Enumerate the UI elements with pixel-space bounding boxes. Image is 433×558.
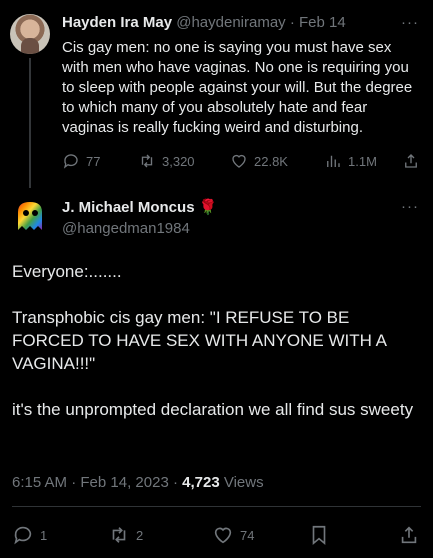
- views-label: Views: [223, 474, 264, 491]
- more-icon[interactable]: ···: [401, 198, 419, 215]
- like-count: 74: [240, 527, 255, 543]
- share-icon: [401, 526, 417, 544]
- rose-icon: 🌹: [198, 199, 218, 216]
- avatar[interactable]: [10, 196, 50, 236]
- tweet-time[interactable]: 6:15 AM: [12, 474, 67, 491]
- views-count: 4,723: [182, 474, 220, 491]
- share-button[interactable]: [398, 524, 420, 546]
- reply-icon: [63, 154, 78, 169]
- tweet-date[interactable]: Feb 14, 2023: [80, 474, 168, 491]
- parent-tweet[interactable]: Hayden Ira May @haydeniramay · Feb 14 ··…: [0, 0, 433, 188]
- tweet-paragraph: it's the unprompted declaration we all f…: [12, 400, 414, 419]
- handle[interactable]: @hangedman1984: [62, 220, 190, 237]
- heart-icon: [214, 527, 232, 544]
- tweet-header: J. Michael Moncus 🌹: [62, 198, 217, 216]
- reply-button[interactable]: 77: [62, 152, 100, 170]
- reply-count: 1: [40, 527, 48, 543]
- retweet-button[interactable]: 2: [108, 524, 143, 546]
- bar-chart-icon: [327, 155, 340, 167]
- divider: [12, 506, 421, 507]
- avatar[interactable]: [10, 14, 50, 54]
- tweet-actions: 1 2 74: [12, 524, 421, 548]
- display-name[interactable]: Hayden Ira May: [62, 14, 172, 31]
- views-count: 1.1M: [348, 153, 377, 169]
- reply-icon: [14, 526, 32, 545]
- bookmark-icon: [312, 525, 326, 546]
- main-tweet: J. Michael Moncus 🌹 ··· @hangedman1984 E…: [0, 188, 433, 558]
- retweet-count: 2: [136, 527, 144, 543]
- retweet-count: 3,320: [162, 153, 195, 169]
- handle[interactable]: @haydeniramay: [176, 14, 285, 31]
- tweet-text: Cis gay men: no one is saying you must h…: [62, 39, 413, 136]
- display-name[interactable]: J. Michael Moncus: [62, 199, 195, 216]
- tweet-paragraph: Everyone:.......: [12, 262, 122, 281]
- retweet-icon: [141, 154, 153, 168]
- like-button[interactable]: 22.8K: [230, 152, 288, 170]
- reply-button[interactable]: 1: [12, 524, 47, 546]
- like-count: 22.8K: [254, 153, 288, 169]
- tweet-meta: 6:15 AM · Feb 14, 2023 · 4,723 Views: [12, 474, 264, 491]
- heart-icon: [232, 154, 246, 168]
- like-button[interactable]: 74: [212, 524, 254, 546]
- more-icon[interactable]: ···: [401, 14, 419, 31]
- tweet-paragraph: Transphobic cis gay men: "I REFUSE TO BE…: [12, 308, 391, 373]
- thread-line: [29, 58, 31, 188]
- retweet-icon: [112, 527, 126, 543]
- retweet-button[interactable]: 3,320: [138, 152, 195, 170]
- views-button[interactable]: 1.1M: [324, 152, 377, 170]
- tweet-header: Hayden Ira May @haydeniramay · Feb 14: [62, 14, 346, 31]
- tweet-actions: 77 3,320 22.8K 1.1M: [62, 152, 422, 172]
- reply-count: 77: [86, 153, 101, 169]
- separator: ·: [289, 14, 295, 31]
- share-button[interactable]: [402, 152, 420, 170]
- tweet-text: Everyone:....... Transphobic cis gay men…: [12, 260, 417, 444]
- share-icon: [405, 154, 417, 168]
- bookmark-button[interactable]: [308, 524, 330, 546]
- tweet-date[interactable]: Feb 14: [299, 14, 346, 31]
